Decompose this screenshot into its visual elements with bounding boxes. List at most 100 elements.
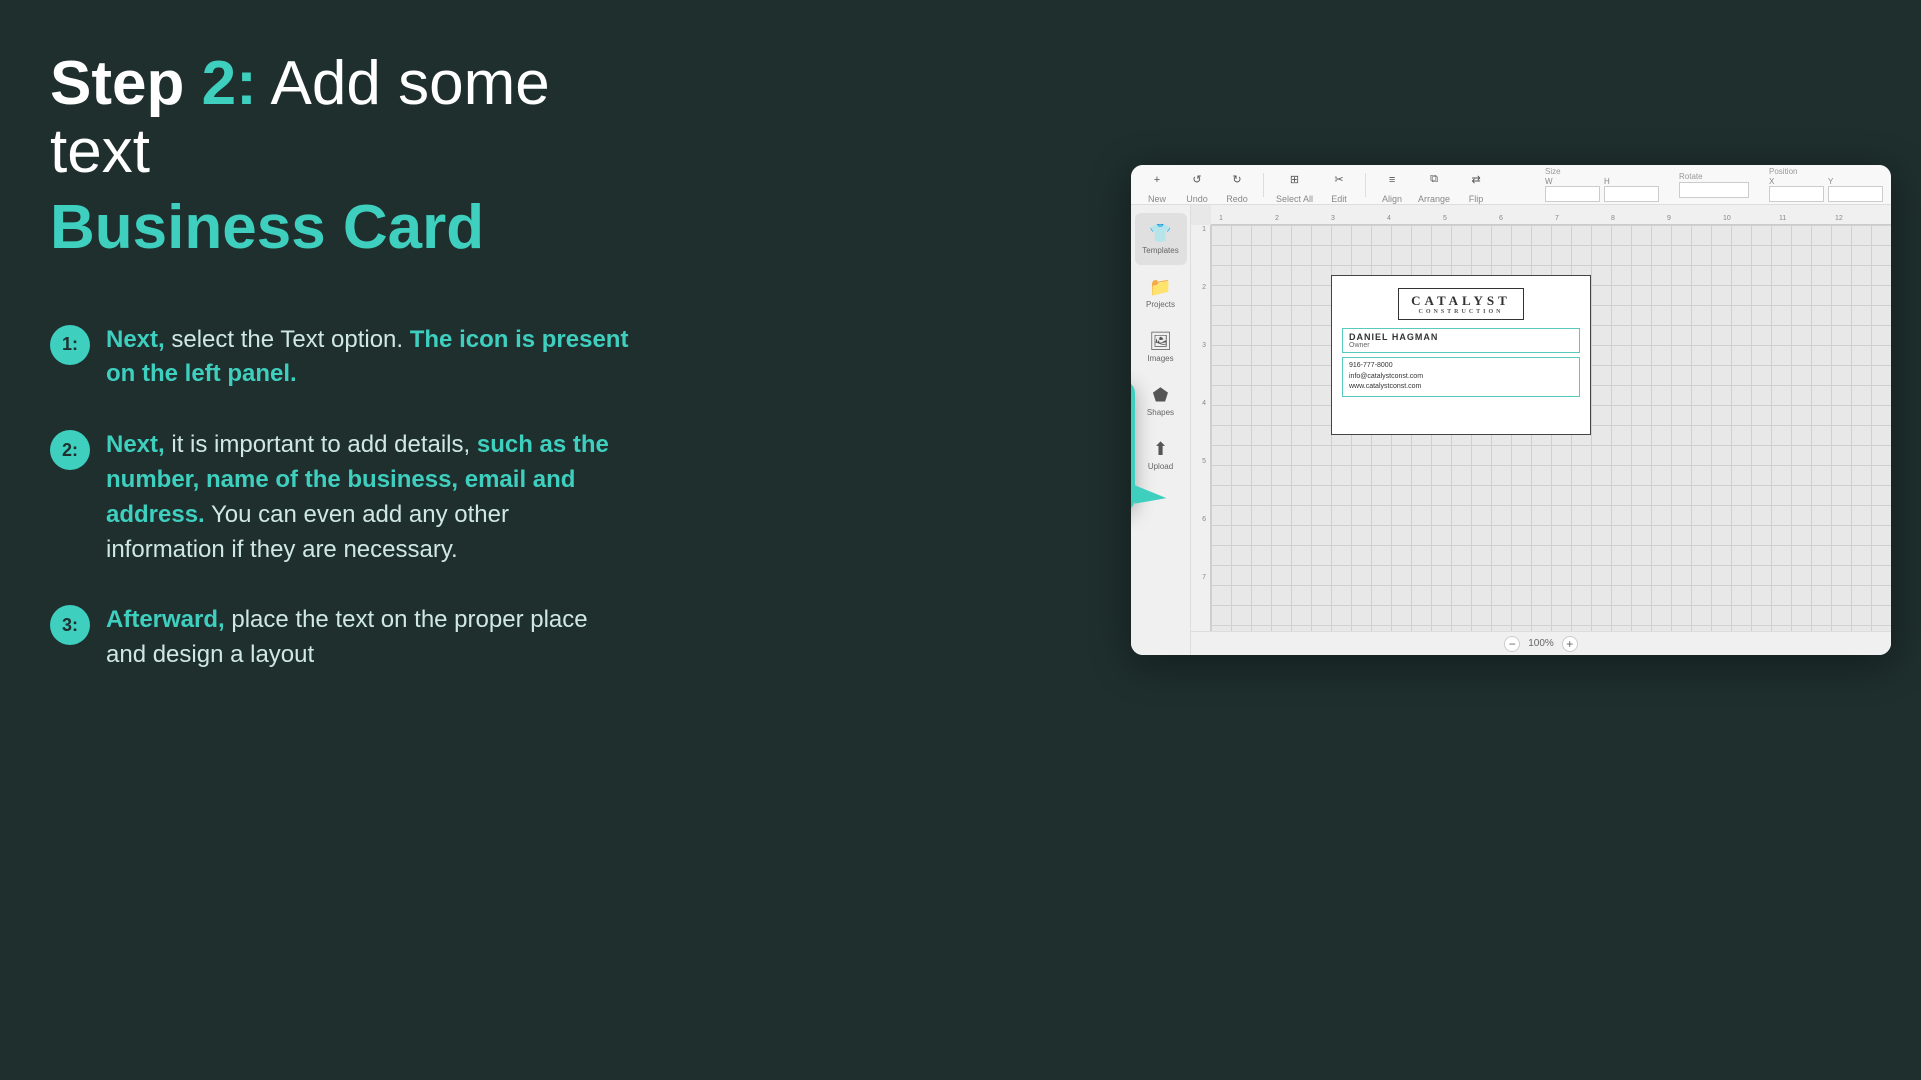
position-prop: Position X Y: [1769, 167, 1883, 202]
list-item: 2: Next, it is important to add details,…: [50, 428, 630, 567]
align-button[interactable]: ≡: [1378, 166, 1406, 194]
x-input[interactable]: [1769, 186, 1824, 202]
arrange-button[interactable]: ⧉: [1420, 166, 1448, 194]
select-all-group[interactable]: ⊞ Select All: [1272, 165, 1317, 206]
card-website: www.catalystconst.com: [1349, 382, 1573, 393]
ui-mockup: + New ↺ Undo ↻ Redo ⊞ Select All ✂ Edit …: [1131, 165, 1891, 655]
step-badge-2: 2:: [50, 430, 90, 470]
shapes-icon: ⬟: [1153, 385, 1169, 406]
zoom-out-button[interactable]: −: [1504, 636, 1520, 652]
upload-label: Upload: [1148, 462, 1173, 471]
canvas-grid: CATALYST CONSTRUCTION DANIEL HAGMAN Owne…: [1211, 225, 1891, 631]
undo-button[interactable]: ↺: [1183, 166, 1211, 194]
toolbar: + New ↺ Undo ↻ Redo ⊞ Select All ✂ Edit …: [1131, 165, 1891, 205]
rotate-input[interactable]: [1679, 182, 1749, 198]
card-phone: 916-777-8000: [1349, 361, 1573, 372]
card-logo-main: CATALYST: [1411, 293, 1511, 308]
ruler-top: 123456789101112: [1211, 205, 1891, 225]
arrange-group[interactable]: ⧉ Arrange: [1414, 165, 1454, 206]
separator: [1365, 173, 1366, 197]
flip-group[interactable]: ⇄ Flip: [1458, 165, 1494, 206]
sidebar-item-shapes[interactable]: ⬟ Shapes: [1135, 375, 1187, 427]
redo-label: Redo: [1226, 195, 1248, 204]
align-label: Align: [1382, 195, 1402, 204]
projects-icon: 📁: [1149, 277, 1171, 298]
separator: [1263, 173, 1264, 197]
flip-button[interactable]: ⇄: [1462, 166, 1490, 194]
text-2: it is important to add details,: [171, 431, 476, 458]
flip-label: Flip: [1469, 195, 1484, 204]
step-word: Step: [50, 49, 184, 118]
select-all-button[interactable]: ⊞: [1281, 166, 1309, 194]
business-card[interactable]: CATALYST CONSTRUCTION DANIEL HAGMAN Owne…: [1331, 275, 1591, 435]
redo-button-group[interactable]: ↻ Redo: [1219, 165, 1255, 206]
highlight-1: Next,: [106, 326, 165, 353]
w-label: W: [1545, 177, 1600, 186]
y-input[interactable]: [1828, 186, 1883, 202]
list-item: 3: Afterward, place the text on the prop…: [50, 603, 630, 673]
templates-icon: 👕: [1149, 223, 1171, 244]
left-content: Step 2: Add some text Business Card 1: N…: [50, 50, 630, 673]
rotate-label: Rotate: [1679, 172, 1703, 181]
step-text-2: Next, it is important to add details, su…: [106, 428, 630, 567]
step-text-1: Next, select the Text option. The icon i…: [106, 323, 630, 393]
zoom-in-button[interactable]: +: [1562, 636, 1578, 652]
card-name-box: DANIEL HAGMAN Owner: [1342, 328, 1580, 353]
x-label: X: [1769, 177, 1824, 186]
card-logo-sub: CONSTRUCTION: [1411, 309, 1511, 315]
align-group[interactable]: ≡ Align: [1374, 165, 1410, 206]
toolbar-right: Size W H Rotate Position: [1545, 167, 1883, 202]
sidebar-item-images[interactable]: 🖼 Images T Text: [1135, 321, 1187, 373]
undo-button-group[interactable]: ↺ Undo: [1179, 165, 1215, 206]
canvas-area: 123456789101112 1234567 CATALYST CONSTRU…: [1191, 205, 1891, 655]
height-input[interactable]: [1604, 186, 1659, 202]
undo-label: Undo: [1186, 195, 1208, 204]
y-label: Y: [1828, 177, 1883, 186]
images-icon: 🖼: [1149, 331, 1172, 352]
subtitle: Business Card: [50, 194, 630, 262]
bottom-bar: − 100% +: [1191, 631, 1891, 655]
position-label: Position: [1769, 167, 1797, 176]
text-1: select the Text option.: [171, 326, 409, 353]
card-logo: CATALYST CONSTRUCTION: [1398, 288, 1524, 320]
upload-icon: ⬆: [1153, 439, 1168, 460]
templates-label: Templates: [1142, 246, 1178, 255]
card-logo-area: CATALYST CONSTRUCTION: [1332, 276, 1590, 328]
ruler-left: 1234567: [1191, 225, 1211, 631]
shapes-label: Shapes: [1147, 408, 1174, 417]
new-label: New: [1148, 195, 1166, 204]
width-input[interactable]: [1545, 186, 1600, 202]
card-email: info@catalystconst.com: [1349, 372, 1573, 383]
sidebar: 👕 Templates 📁 Projects 🖼 Images T Text: [1131, 205, 1191, 655]
step-badge-3: 3:: [50, 605, 90, 645]
sidebar-item-templates[interactable]: 👕 Templates: [1135, 213, 1187, 265]
step-badge-1: 1:: [50, 325, 90, 365]
select-all-label: Select All: [1276, 195, 1313, 204]
step-title: Step 2: Add some text: [50, 50, 630, 186]
new-button[interactable]: +: [1143, 166, 1171, 194]
arrange-label: Arrange: [1418, 195, 1450, 204]
edit-label: Edit: [1331, 195, 1347, 204]
step-num: 2:: [202, 49, 257, 118]
size-prop: Size W H: [1545, 167, 1659, 202]
card-owner-title: Owner: [1349, 342, 1573, 349]
new-button-group[interactable]: + New: [1139, 165, 1175, 206]
projects-label: Projects: [1146, 300, 1175, 309]
step-text-3: Afterward, place the text on the proper …: [106, 603, 630, 673]
h-label: H: [1604, 177, 1659, 186]
sidebar-item-upload[interactable]: ⬆ Upload: [1135, 429, 1187, 481]
edit-group[interactable]: ✂ Edit: [1321, 165, 1357, 206]
highlight-2: Next,: [106, 431, 165, 458]
card-name: DANIEL HAGMAN: [1349, 332, 1573, 342]
sidebar-item-projects[interactable]: 📁 Projects: [1135, 267, 1187, 319]
rotate-prop: Rotate: [1679, 172, 1749, 198]
images-label: Images: [1147, 354, 1173, 363]
zoom-level: 100%: [1528, 638, 1554, 649]
redo-button[interactable]: ↻: [1223, 166, 1251, 194]
text-popup[interactable]: T Text: [1131, 381, 1135, 511]
size-label: Size: [1545, 167, 1561, 176]
edit-button[interactable]: ✂: [1325, 166, 1353, 194]
app-body: 👕 Templates 📁 Projects 🖼 Images T Text: [1131, 205, 1891, 655]
steps-list: 1: Next, select the Text option. The ico…: [50, 323, 630, 673]
card-contact-box: 916-777-8000 info@catalystconst.com www.…: [1342, 357, 1580, 397]
